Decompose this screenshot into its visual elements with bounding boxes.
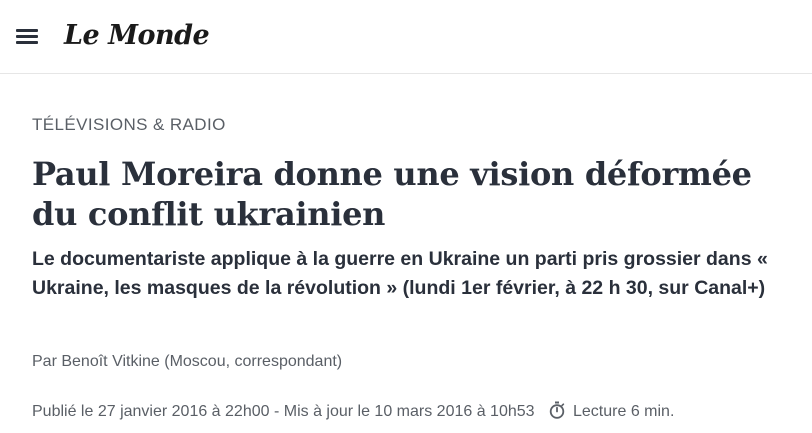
published-date: Publié le 27 janvier 2016 à 22h00 bbox=[32, 403, 270, 420]
author-link[interactable]: Benoît Vitkine bbox=[61, 353, 159, 370]
stopwatch-icon bbox=[549, 401, 565, 426]
article-byline: Par Benoît Vitkine (Moscou, correspondan… bbox=[32, 351, 342, 373]
article-title: Paul Moreira donne une vision déformée d… bbox=[32, 155, 752, 233]
byline-prefix: Par bbox=[32, 353, 57, 370]
section-rubric-link[interactable]: TÉLÉVISIONS & RADIO bbox=[32, 114, 226, 136]
top-navigation-bar: Le Monde bbox=[0, 0, 812, 74]
reading-time: Lecture 6 min. bbox=[573, 403, 675, 420]
article-meta: Publié le 27 janvier 2016 à 22h00 - Mis … bbox=[32, 401, 802, 426]
updated-date: Mis à jour le 10 mars 2016 à 10h53 bbox=[283, 403, 535, 420]
meta-separator: - bbox=[269, 403, 284, 420]
article-standfirst: Le documentariste applique à la guerre e… bbox=[32, 248, 768, 299]
author-role: (Moscou, correspondant) bbox=[164, 353, 343, 370]
hamburger-menu-icon[interactable] bbox=[16, 27, 38, 45]
le-monde-logo[interactable]: Le Monde bbox=[64, 18, 210, 54]
